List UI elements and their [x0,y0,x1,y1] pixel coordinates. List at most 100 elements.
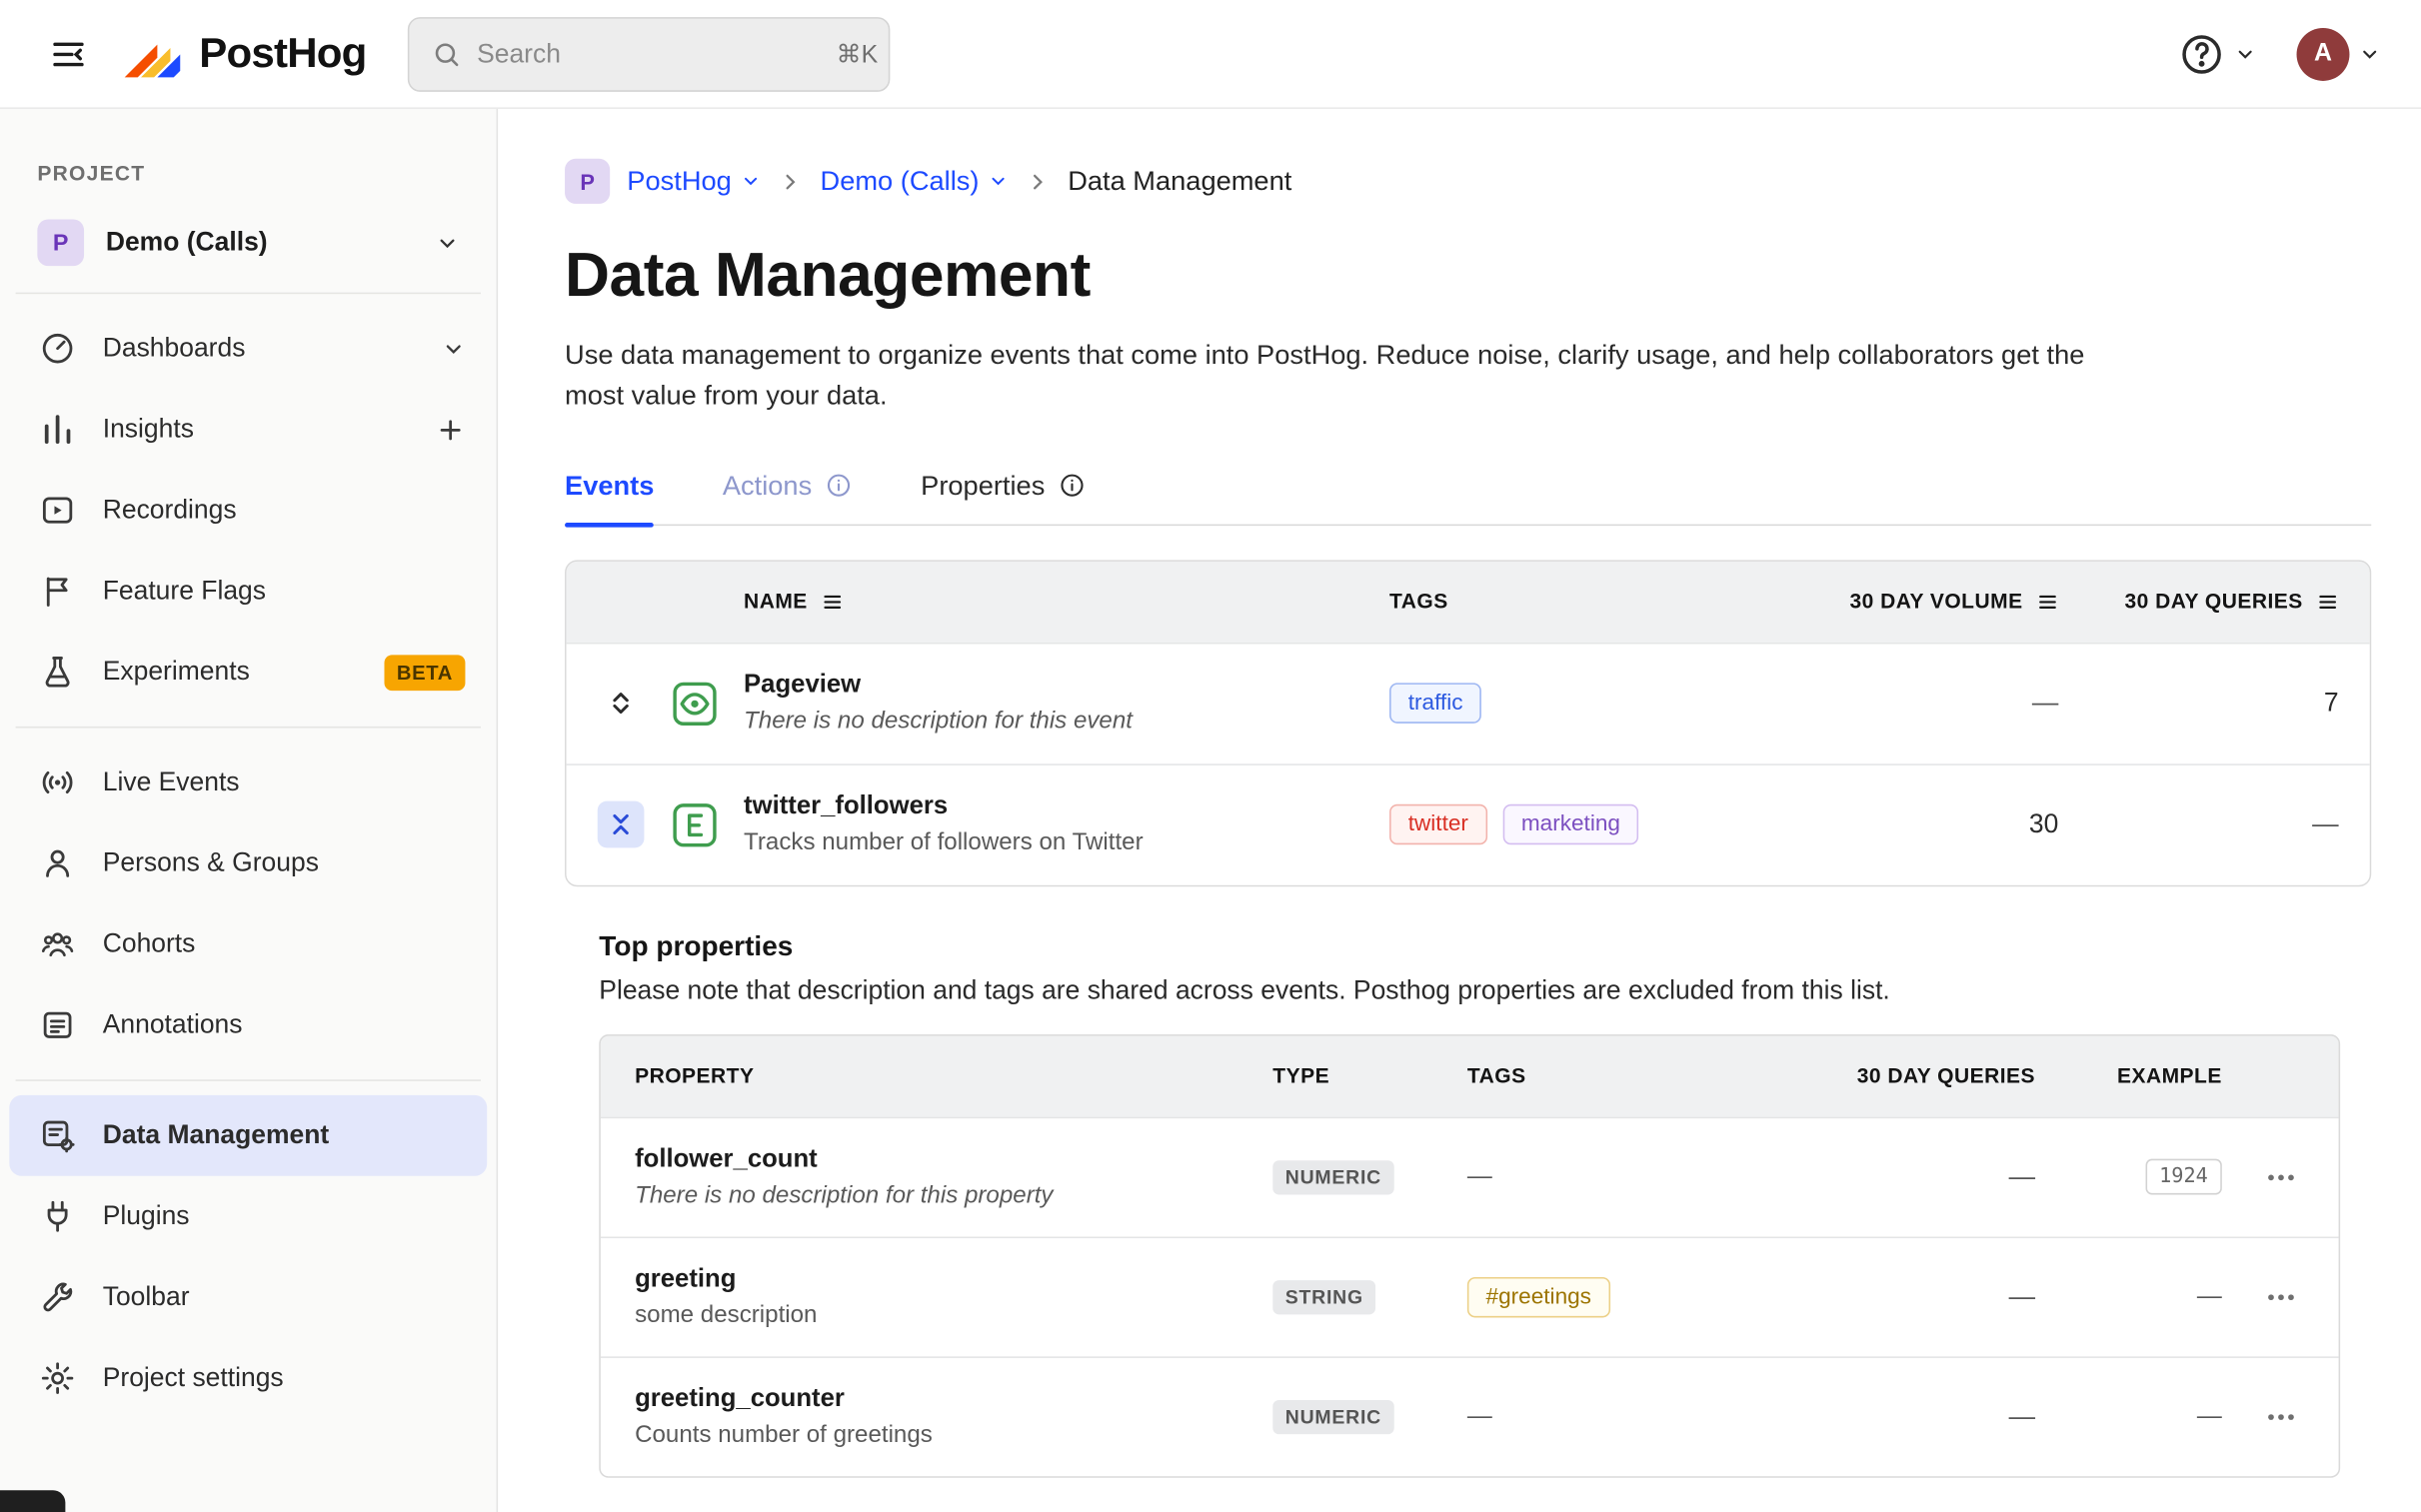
project-switcher[interactable]: P Demo (Calls) [0,207,497,279]
sidebar-item-experiments[interactable]: Experiments BETA [9,632,487,713]
tab-properties[interactable]: Properties [921,469,1086,523]
search-input[interactable] [477,38,822,70]
breadcrumb-project-avatar: P [565,158,611,204]
sidebar-item-label: Recordings [102,494,237,525]
example-value: — [2196,1282,2222,1309]
tab-events[interactable]: Events [565,469,655,527]
chevron-down-icon [442,337,465,360]
annotations-icon [37,1006,77,1043]
dashboards-icon [37,330,77,367]
account-menu[interactable]: A [2296,27,2381,81]
insights-icon [37,411,77,448]
column-header-type: TYPE [1272,1063,1330,1088]
property-description: Counts number of greetings [635,1420,933,1448]
queries-value: — [2312,808,2339,839]
search-shortcut: ⌘K [836,41,879,68]
person-icon [37,844,77,881]
events-table-header: NAME TAGS 30 DAY VOLUME 30 DAY QUERIES [566,561,2370,643]
divider [15,1079,481,1081]
event-name: Pageview [744,670,862,699]
sidebar-item-label: Data Management [102,1119,330,1150]
sidebar-item-label: Toolbar [102,1281,190,1312]
sidebar-item-data-management[interactable]: Data Management [9,1094,488,1176]
menu-toggle-icon[interactable] [37,23,99,85]
posthog-logo[interactable]: PostHog [121,27,367,80]
collapse-row-icon[interactable] [597,800,645,848]
column-header-name[interactable]: NAME [744,590,1389,613]
plugin-icon [37,1198,77,1235]
queries-value: — [2008,1400,2036,1431]
column-header-queries: 30 DAY QUERIES [1856,1063,2036,1088]
help-menu[interactable] [2178,30,2256,77]
project-avatar: P [37,219,85,267]
search-box[interactable]: ⌘K [407,16,890,92]
sidebar-item-annotations[interactable]: Annotations [9,984,487,1065]
topbar-right: A [2178,27,2381,81]
example-value: 1924 [2145,1158,2222,1195]
type-badge: NUMERIC [1272,1159,1394,1194]
breadcrumb-item-organization[interactable]: PostHog [627,165,761,198]
volume-value: — [2031,688,2059,718]
recordings-icon [37,492,77,529]
sidebar: PROJECT P Demo (Calls) Dashboards Insigh… [0,108,499,1512]
event-row-pageview[interactable]: Pageview There is no description for thi… [566,642,2370,763]
property-name: greeting [635,1263,737,1292]
tools-icon [37,1279,77,1316]
more-options-icon[interactable] [2222,1399,2304,1433]
tab-actions[interactable]: Actions [723,469,853,523]
chevron-right-icon [1026,169,1051,194]
more-options-icon[interactable] [2222,1159,2304,1193]
breadcrumb-item-project[interactable]: Demo (Calls) [821,165,1010,198]
search-icon [430,38,461,69]
sidebar-item-feature-flags[interactable]: Feature Flags [9,551,487,632]
app-window: PostHog ⌘K A [0,0,2421,1512]
column-header-queries[interactable]: 30 DAY QUERIES [2058,590,2338,613]
sidebar-item-insights[interactable]: Insights [9,389,487,470]
events-table: NAME TAGS 30 DAY VOLUME 30 DAY QUERIES P… [565,559,2372,886]
sidebar-item-project-settings[interactable]: Project settings [9,1338,487,1419]
properties-table: PROPERTY TYPE TAGS 30 DAY QUERIES EXAMPL… [599,1033,2341,1477]
info-icon [1060,474,1083,497]
column-header-volume[interactable]: 30 DAY VOLUME [1794,590,2059,613]
project-name: Demo (Calls) [105,227,268,257]
collapsed-panel-handle[interactable] [0,1490,66,1512]
page-title: Data Management [565,241,1091,310]
divider [15,292,481,295]
info-icon [827,474,850,497]
property-row-greeting[interactable]: greeting some description STRING #greeti… [600,1235,2339,1356]
chevron-down-icon [2359,43,2381,65]
property-row-greeting-counter[interactable]: greeting_counter Counts number of greeti… [600,1355,2339,1476]
chevron-down-icon [745,177,758,186]
top-properties-title: Top properties [599,929,794,961]
expand-row-icon[interactable] [598,680,645,727]
sidebar-item-recordings[interactable]: Recordings [9,470,487,551]
top-properties-note: Please note that description and tags ar… [599,974,1890,1004]
sidebar-item-label: Annotations [102,1009,243,1039]
sidebar-item-label: Feature Flags [102,575,267,606]
sidebar-item-label: Plugins [102,1200,190,1231]
sidebar-item-label: Persons & Groups [102,847,319,877]
event-row-twitter-followers[interactable]: twitter_followers Tracks number of follo… [566,762,2370,884]
sidebar-item-cohorts[interactable]: Cohorts [9,903,487,984]
property-description: some description [635,1301,818,1328]
property-row-follower-count[interactable]: follower_count There is no description f… [600,1115,2339,1236]
more-options-icon[interactable] [2222,1279,2304,1313]
sidebar-item-plugins[interactable]: Plugins [9,1176,487,1257]
sidebar-item-persons-groups[interactable]: Persons & Groups [9,822,487,903]
tag-marketing: marketing [1502,803,1639,845]
breadcrumb-item-current: Data Management [1068,164,1292,197]
plus-icon[interactable] [436,415,466,445]
sidebar-item-live-events[interactable]: Live Events [9,742,487,822]
sidebar-item-toolbar[interactable]: Toolbar [9,1257,487,1338]
column-header-property: PROPERTY [635,1063,755,1088]
help-icon [2178,30,2225,77]
sidebar-item-dashboards[interactable]: Dashboards [9,308,487,389]
posthog-logo-icon [124,43,181,77]
type-badge: STRING [1272,1279,1376,1314]
chevron-down-icon [436,231,459,254]
property-name: greeting_counter [635,1383,845,1412]
queries-value: 7 [2323,688,2339,718]
column-header-example: EXAMPLE [2116,1063,2222,1088]
sidebar-item-label: Dashboards [102,333,246,363]
sidebar-item-label: Project settings [102,1362,284,1393]
